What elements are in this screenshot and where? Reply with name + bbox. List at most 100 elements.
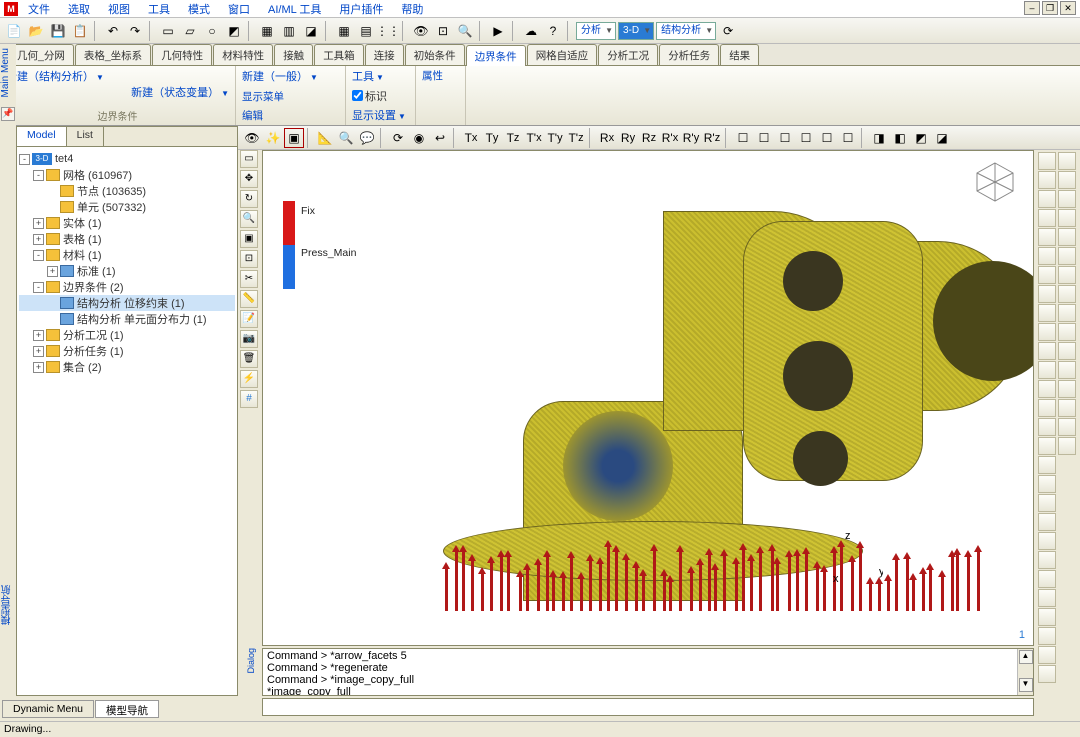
show-settings-link[interactable]: 显示设置▼ <box>352 107 406 123</box>
side-hash-icon[interactable]: # <box>240 390 258 408</box>
analysis-combo[interactable]: 分析 <box>576 22 616 40</box>
new-state-link[interactable]: 新建（状态变量）▼ <box>131 84 229 100</box>
tab-loadcase[interactable]: 分析工况 <box>598 44 658 65</box>
right-tool-13[interactable] <box>1038 399 1056 417</box>
tab-mesh-adapt[interactable]: 网格自适应 <box>527 44 598 65</box>
rx2-icon[interactable]: R'x <box>660 128 680 148</box>
box6-icon[interactable]: ☐ <box>838 128 858 148</box>
tree-row[interactable]: +分析任务 (1) <box>19 343 235 359</box>
tz-icon[interactable]: Tz <box>503 128 523 148</box>
tree-expander-icon[interactable]: - <box>33 282 44 293</box>
new-general-link[interactable]: 新建（一般）▼ <box>242 68 318 84</box>
select-icon[interactable]: ▭ <box>158 21 178 41</box>
right-tool-23[interactable] <box>1038 589 1056 607</box>
rz-icon[interactable]: Rz <box>639 128 659 148</box>
command-input[interactable] <box>262 698 1034 716</box>
right-tool-20[interactable] <box>1038 532 1056 550</box>
show-hide-icon[interactable]: 👁 <box>411 21 431 41</box>
right-tool-39[interactable] <box>1058 361 1076 379</box>
isoview4-icon[interactable]: ◪ <box>932 128 952 148</box>
side-rotate-icon[interactable]: ↻ <box>240 190 258 208</box>
eye-icon[interactable]: 👁 <box>242 128 262 148</box>
measure-icon[interactable]: 📐 <box>315 128 335 148</box>
back-icon[interactable]: ↩ <box>430 128 450 148</box>
ry2-icon[interactable]: R'y <box>681 128 701 148</box>
play-icon[interactable]: ▶ <box>488 21 508 41</box>
tree-row[interactable]: +表格 (1) <box>19 231 235 247</box>
refresh2-icon[interactable]: ⟳ <box>388 128 408 148</box>
tree-row[interactable]: +集合 (2) <box>19 359 235 375</box>
menu-window[interactable]: 窗口 <box>220 1 258 17</box>
scroll-up-icon[interactable]: ▲ <box>1019 650 1033 664</box>
struct-combo[interactable]: 结构分析 <box>656 22 716 40</box>
right-tool-25[interactable] <box>1038 627 1056 645</box>
tree-row[interactable]: -网格 (610967) <box>19 167 235 183</box>
tree-expander-icon[interactable]: + <box>33 346 44 357</box>
right-tool-5[interactable] <box>1038 247 1056 265</box>
menu-mode[interactable]: 模式 <box>180 1 218 17</box>
callout-icon[interactable]: 💬 <box>357 128 377 148</box>
tab-results[interactable]: 结果 <box>720 44 759 65</box>
right-tool-6[interactable] <box>1038 266 1056 284</box>
menu-tools[interactable]: 工具 <box>140 1 178 17</box>
tab-geom-prop[interactable]: 几何特性 <box>152 44 212 65</box>
right-tool-4[interactable] <box>1038 228 1056 246</box>
right-tool-41[interactable] <box>1058 399 1076 417</box>
new-icon[interactable]: 📄 <box>4 21 24 41</box>
tree-expander-icon[interactable]: - <box>33 170 44 181</box>
right-tool-22[interactable] <box>1038 570 1056 588</box>
box4-icon[interactable]: ☐ <box>796 128 816 148</box>
right-tool-2[interactable] <box>1038 190 1056 208</box>
right-tool-17[interactable] <box>1038 475 1056 493</box>
tree-expander-icon[interactable]: + <box>33 234 44 245</box>
right-tool-36[interactable] <box>1058 304 1076 322</box>
viewport[interactable]: Fix Press_Main z y x 1 <box>262 150 1034 646</box>
dialog-rail-label[interactable]: Dialog <box>246 648 256 674</box>
right-tool-26[interactable] <box>1038 646 1056 664</box>
tab-job[interactable]: 分析任务 <box>659 44 719 65</box>
right-tool-30[interactable] <box>1058 190 1076 208</box>
tree-row[interactable]: +分析工况 (1) <box>19 327 235 343</box>
side-clip-icon[interactable]: ✂ <box>240 270 258 288</box>
nodes-icon[interactable]: ⋮⋮ <box>378 21 398 41</box>
scroll-down-icon[interactable]: ▼ <box>1019 678 1033 692</box>
box2-icon[interactable]: ☐ <box>754 128 774 148</box>
select-circle-icon[interactable]: ○ <box>202 21 222 41</box>
minimize-button[interactable]: – <box>1024 1 1040 15</box>
menu-view[interactable]: 视图 <box>100 1 138 17</box>
tree-row[interactable]: -材料 (1) <box>19 247 235 263</box>
right-tool-40[interactable] <box>1058 380 1076 398</box>
model-nav-rail-label[interactable]: 模型导航 <box>0 581 15 629</box>
select-polygon-icon[interactable]: ▱ <box>180 21 200 41</box>
tree-expander-icon[interactable]: + <box>33 330 44 341</box>
bottom-tab-modelnav[interactable]: 模型导航 <box>95 700 159 718</box>
properties-link[interactable]: 属性 <box>422 68 443 83</box>
right-tool-7[interactable] <box>1038 285 1056 303</box>
new-structural-link[interactable]: 新建（结构分析）▼ <box>6 68 104 84</box>
right-tool-1[interactable] <box>1038 171 1056 189</box>
edit-link[interactable]: 编辑 <box>242 108 263 123</box>
tree-expander-icon[interactable]: - <box>19 154 30 165</box>
zoom-icon[interactable]: 🔍 <box>455 21 475 41</box>
right-tool-31[interactable] <box>1058 209 1076 227</box>
tab-initial[interactable]: 初始条件 <box>405 44 465 65</box>
side-fit-icon[interactable]: ⊡ <box>240 250 258 268</box>
right-tool-12[interactable] <box>1038 380 1056 398</box>
save-as-icon[interactable]: 📋 <box>70 21 90 41</box>
refresh-icon[interactable]: ⟳ <box>718 21 738 41</box>
tree-expander-icon[interactable]: + <box>33 362 44 373</box>
elements-icon[interactable]: ▤ <box>356 21 376 41</box>
tab-boundary[interactable]: 边界条件 <box>466 45 526 66</box>
isoview1-icon[interactable]: ◨ <box>869 128 889 148</box>
tab-material[interactable]: 材料特性 <box>213 44 273 65</box>
magnify-icon[interactable]: 🔍 <box>336 128 356 148</box>
bottom-tab-dynamic[interactable]: Dynamic Menu <box>2 700 94 718</box>
save-icon[interactable]: 💾 <box>48 21 68 41</box>
right-tool-18[interactable] <box>1038 494 1056 512</box>
side-camera-icon[interactable]: 📷 <box>240 330 258 348</box>
right-tool-14[interactable] <box>1038 418 1056 436</box>
rx-icon[interactable]: Rx <box>597 128 617 148</box>
orbit-icon[interactable]: ◉ <box>409 128 429 148</box>
right-tool-42[interactable] <box>1058 418 1076 436</box>
side-pan-icon[interactable]: ✥ <box>240 170 258 188</box>
